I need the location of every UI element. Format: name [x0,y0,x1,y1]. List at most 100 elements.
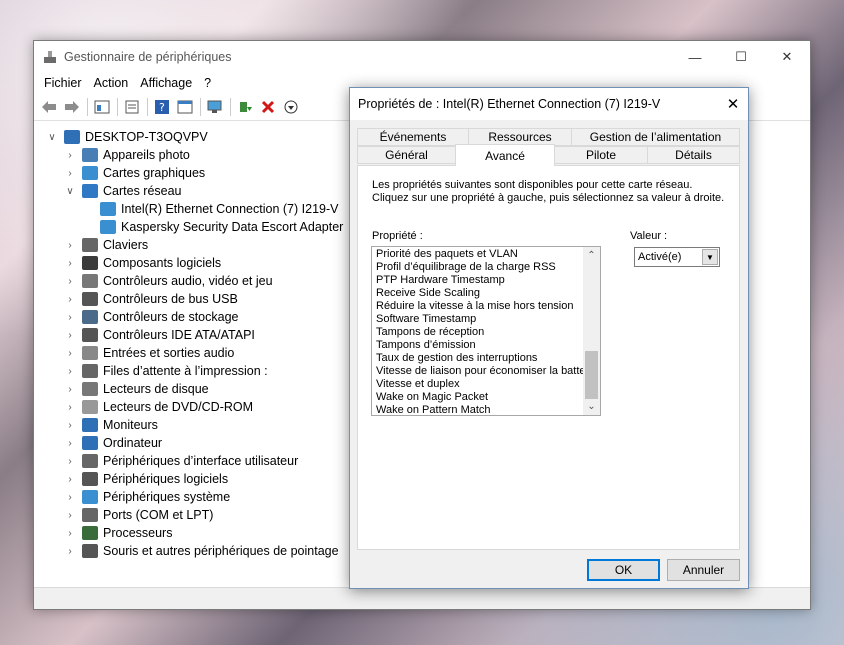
help-icon[interactable]: ? [151,96,173,118]
value-select[interactable]: Activé(e) ▼ [634,247,720,267]
chevron-right-icon[interactable]: › [64,437,76,449]
chevron-right-icon[interactable]: › [64,149,76,161]
chevron-right-icon[interactable]: › [64,401,76,413]
tree-item-label: Périphériques d’interface utilisateur [103,454,299,468]
enable-device-icon[interactable] [280,96,302,118]
chevron-down-icon[interactable]: ∨ [46,131,58,143]
toolbar-separator [117,97,118,116]
tree-item[interactable]: › Contrôleurs de stockage [64,308,239,326]
property-item[interactable]: Tampons de réception [376,326,484,339]
tree-item-label: Files d’attente à l’impression : [103,364,268,378]
tree-item[interactable]: › Ordinateur [64,434,162,452]
back-arrow-icon[interactable] [38,96,60,118]
chevron-right-icon[interactable]: › [64,347,76,359]
menu-help[interactable]: ? [198,76,217,90]
chevron-down-icon[interactable]: ∨ [64,185,76,197]
chevron-right-icon[interactable]: › [64,311,76,323]
maximize-button[interactable]: ☐ [718,41,764,73]
property-item[interactable]: Profil d’équilibrage de la charge RSS [376,261,556,274]
property-item[interactable]: Wake on Pattern Match [376,404,491,415]
menu-action[interactable]: Action [88,76,135,90]
scroll-up-icon[interactable]: ⌃ [583,247,600,264]
tree-item[interactable]: › Appareils photo [64,146,190,164]
processor-icon [82,526,98,540]
tree-item[interactable]: › Claviers [64,236,148,254]
tree-item[interactable]: › Périphériques système [64,488,230,506]
chevron-right-icon[interactable]: › [64,545,76,557]
tree-subitem[interactable]: Kaspersky Security Data Escort Adapter [82,218,343,236]
chevron-right-icon[interactable]: › [64,419,76,431]
update-driver-icon[interactable] [234,96,256,118]
tree-item[interactable]: › Lecteurs de disque [64,380,209,398]
list-view-icon[interactable] [121,96,143,118]
chevron-right-icon[interactable]: › [64,167,76,179]
tree-item[interactable]: › Processeurs [64,524,172,542]
tree-item[interactable]: › Moniteurs [64,416,158,434]
chevron-right-icon[interactable]: › [64,491,76,503]
tab-gestion-alimentation[interactable]: Gestion de l’alimentation [571,128,740,146]
minimize-button[interactable]: — [672,41,718,73]
property-list[interactable]: Wake on Pattern Match Wake on Magic Packe… [371,246,601,416]
tab-details[interactable]: Détails [647,146,740,164]
tree-item[interactable]: › Périphériques d’interface utilisateur [64,452,298,470]
tree-item[interactable]: › Souris et autres périphériques de point… [64,542,339,560]
tree-item[interactable]: › Contrôleurs audio, vidéo et jeu [64,272,273,290]
property-item[interactable]: Priorité des paquets et VLAN [376,248,518,261]
chevron-right-icon[interactable]: › [64,509,76,521]
tab-pilote[interactable]: Pilote [554,146,648,164]
chevron-right-icon[interactable]: › [64,473,76,485]
tree-item[interactable]: › Entrées et sorties audio [64,344,234,362]
property-item[interactable]: Software Timestamp [376,313,476,326]
property-list-scrollbar[interactable]: ⌃ ⌄ [583,247,600,415]
chevron-right-icon[interactable]: › [64,293,76,305]
chevron-right-icon[interactable]: › [64,527,76,539]
scan-hardware-icon[interactable] [204,96,226,118]
tree-item[interactable]: › Files d’attente à l’impression : [64,362,268,380]
tree-item[interactable]: › Ports (COM et LPT) [64,506,213,524]
tree-root[interactable]: ∨ DESKTOP-T3OQVPV [46,128,208,146]
close-button[interactable]: ✕ [764,41,810,73]
chevron-right-icon[interactable]: › [64,455,76,467]
toolbar-separator [200,97,201,116]
tab-general[interactable]: Général [357,146,456,164]
dropdown-arrow-icon[interactable]: ▼ [702,249,718,265]
tab-avance[interactable]: Avancé [455,144,555,166]
tree-subitem[interactable]: Intel(R) Ethernet Connection (7) I219-V [82,200,338,218]
chevron-right-icon[interactable]: › [64,239,76,251]
tree-item[interactable]: › Cartes graphiques [64,164,205,182]
tree-item[interactable]: › Lecteurs de DVD/CD-ROM [64,398,253,416]
cancel-button[interactable]: Annuler [667,559,740,581]
resources-view-icon[interactable] [174,96,196,118]
tree-item[interactable]: › Périphériques logiciels [64,470,228,488]
property-item[interactable]: Wake on Magic Packet [376,391,488,404]
scroll-down-icon[interactable]: ⌄ [583,398,600,415]
tree-item[interactable]: › Composants logiciels [64,254,221,272]
tab-evenements[interactable]: Événements [357,128,469,146]
tree-item-label: Processeurs [103,526,173,540]
forward-arrow-icon[interactable] [61,96,83,118]
chevron-right-icon[interactable]: › [64,383,76,395]
chevron-right-icon[interactable]: › [64,275,76,287]
scrollbar-thumb[interactable] [585,351,598,399]
chevron-right-icon[interactable]: › [64,257,76,269]
property-item[interactable]: Receive Side Scaling [376,287,480,300]
chevron-right-icon[interactable]: › [64,329,76,341]
ok-button[interactable]: OK [587,559,660,581]
tree-item[interactable]: › Contrôleurs IDE ATA/ATAPI [64,326,255,344]
properties-view-icon[interactable] [91,96,113,118]
property-item[interactable]: Tampons d’émission [376,339,476,352]
property-item[interactable]: Taux de gestion des interruptions [376,352,537,365]
tree-item[interactable]: ∨ Cartes réseau [64,182,182,200]
property-item[interactable]: Réduire la vitesse à la mise hors tensio… [376,300,573,313]
chevron-right-icon[interactable]: › [64,365,76,377]
menu-affichage[interactable]: Affichage [134,76,198,90]
property-label: Propriété : [372,230,423,242]
tree-item-label: Contrôleurs de stockage [103,310,239,324]
property-item[interactable]: Vitesse et duplex [376,378,460,391]
property-item[interactable]: PTP Hardware Timestamp [376,274,505,287]
menu-fichier[interactable]: Fichier [38,76,88,90]
uninstall-device-icon[interactable] [257,96,279,118]
property-item[interactable]: Vitesse de liaison pour économiser la ba… [376,365,598,378]
tree-item[interactable]: › Contrôleurs de bus USB [64,290,238,308]
dialog-close-icon[interactable]: ✕ [718,95,748,113]
